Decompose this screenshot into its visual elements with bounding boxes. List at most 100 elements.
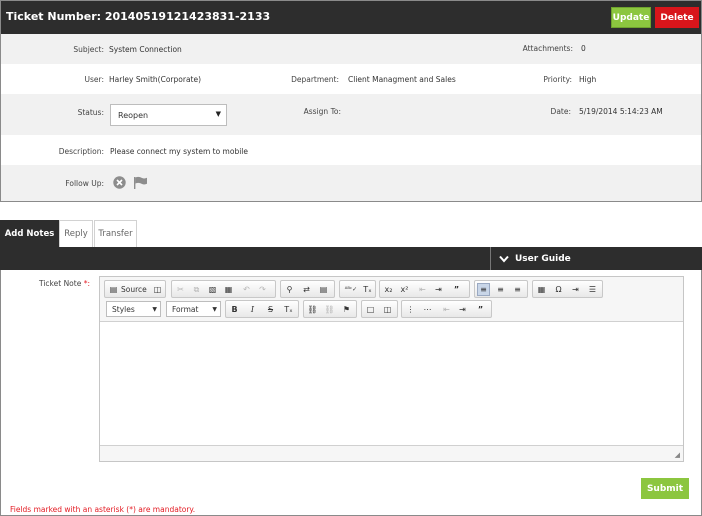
link-icon[interactable]: ⛓: [306, 303, 319, 316]
increase-indent-icon[interactable]: ⇥: [456, 303, 469, 316]
tab-add-notes[interactable]: Add Notes: [0, 220, 59, 247]
attachments-label: Attachments:: [522, 44, 573, 53]
subject-label: Subject:: [73, 45, 104, 54]
new-page-icon[interactable]: □: [364, 303, 377, 316]
align-center-icon[interactable]: ≡: [494, 283, 507, 296]
spellcheck-icon[interactable]: ᴬᴮᶜ✓: [342, 283, 360, 296]
toolbar-group-clipboard: ✂ ⧉ ▧ ▦ ↶ ↷: [171, 280, 276, 298]
user-value: Harley Smith(Corporate): [109, 75, 202, 84]
numbered-list-icon[interactable]: ⋮: [404, 303, 417, 316]
table-icon[interactable]: ▦: [535, 283, 548, 296]
flag-icon[interactable]: [133, 176, 148, 189]
source-icon[interactable]: ▤: [107, 283, 120, 296]
chevron-down-icon: ▼: [215, 110, 221, 118]
decrease-indent-icon[interactable]: ⇤: [440, 303, 453, 316]
department-label: Department:: [291, 75, 339, 84]
special-char-icon[interactable]: Ω: [552, 283, 565, 296]
subject-value: System Connection: [109, 45, 182, 54]
rich-text-editor: ▤ Source ◫ ✂ ⧉ ▧ ▦ ↶ ↷ ⚲ ⇄ ▤ ᴬᴮᶜ✓ Tₓ x₂ …: [99, 276, 684, 462]
submit-button[interactable]: Submit: [641, 478, 689, 499]
preview-page-icon[interactable]: ◫: [381, 303, 394, 316]
resize-handle-icon[interactable]: ◢: [675, 451, 680, 459]
select-all-icon[interactable]: ▤: [317, 283, 330, 296]
preview-icon[interactable]: ◫: [151, 283, 164, 296]
date-label: Date:: [550, 107, 571, 116]
paste-text-icon[interactable]: ▦: [222, 283, 235, 296]
attachments-value[interactable]: 0: [581, 44, 586, 53]
align-right-icon[interactable]: ≡: [511, 283, 524, 296]
toolbar-group-templates: □ ◫: [361, 300, 398, 318]
replace-icon[interactable]: ⇄: [300, 283, 313, 296]
anchor-flag-icon[interactable]: ⚑: [340, 303, 353, 316]
align-left-icon[interactable]: ≡: [477, 283, 490, 296]
priority-label: Priority:: [543, 75, 572, 84]
priority-value: High: [579, 75, 597, 84]
update-button[interactable]: Update: [611, 7, 651, 28]
undo-icon[interactable]: ↶: [240, 283, 253, 296]
ticket-panel: Ticket Number: 20140519121423831-2133 Up…: [0, 0, 702, 202]
styles-dropdown-label: Styles: [112, 304, 135, 314]
indent-icon[interactable]: ⇥: [432, 283, 445, 296]
toolbar-group-spell: ᴬᴮᶜ✓ Tₓ: [339, 280, 376, 298]
toolbar-group-document: ▤ Source ◫: [104, 280, 166, 298]
toolbar-group-script: x₂ x² ⇤ ⇥ ”: [379, 280, 470, 298]
remove-format-icon[interactable]: Tₓ: [361, 283, 374, 296]
tab-transfer[interactable]: Transfer: [94, 220, 137, 247]
outdent-icon[interactable]: ⇤: [416, 283, 429, 296]
row-status: Status: Reopen ▼ Assign To: Date: 5/19/2…: [1, 94, 701, 135]
user-guide-toggle[interactable]: User Guide: [490, 247, 702, 270]
quote-icon[interactable]: ”: [474, 303, 487, 316]
ticket-note-textarea[interactable]: [100, 321, 683, 446]
ticket-title: Ticket Number: 20140519121423831-2133: [6, 10, 271, 23]
row-description: Description: Please connect my system to…: [1, 135, 701, 165]
chevron-down-icon: ▼: [212, 306, 217, 313]
chevron-down-icon: [499, 255, 509, 263]
status-label: Status:: [77, 108, 104, 117]
user-guide-label: User Guide: [515, 253, 571, 264]
row-subject: Subject: System Connection Attachments: …: [1, 34, 701, 64]
redo-icon[interactable]: ↷: [256, 283, 269, 296]
list-indent-icon[interactable]: ⇥: [569, 283, 582, 296]
department-value: Client Managment and Sales: [348, 75, 456, 84]
cut-icon[interactable]: ✂: [174, 283, 187, 296]
format-dropdown[interactable]: Format ▼: [166, 301, 221, 317]
unlink-icon[interactable]: ⛓: [323, 303, 336, 316]
close-circle-icon[interactable]: [113, 176, 126, 189]
italic-icon[interactable]: I: [246, 303, 259, 316]
bulleted-list-icon[interactable]: ⋯: [421, 303, 434, 316]
chevron-down-icon: ▼: [152, 306, 157, 313]
source-button-label[interactable]: Source: [121, 285, 147, 294]
clear-format-icon[interactable]: Tₓ: [282, 303, 295, 316]
format-dropdown-label: Format: [172, 304, 199, 314]
row-follow-up: Follow Up:: [1, 165, 701, 201]
horizontal-rule-icon[interactable]: ☰: [586, 283, 599, 296]
toolbar-group-insert: ▦ Ω ⇥ ☰: [532, 280, 603, 298]
find-icon[interactable]: ⚲: [283, 283, 296, 296]
subscript-icon[interactable]: x₂: [382, 283, 395, 296]
bold-icon[interactable]: B: [228, 303, 241, 316]
row-user: User: Harley Smith(Corporate) Department…: [1, 64, 701, 94]
mandatory-note: Fields marked with an asterisk (*) are m…: [10, 505, 196, 514]
toolbar-group-find: ⚲ ⇄ ▤: [280, 280, 335, 298]
tab-reply[interactable]: Reply: [59, 220, 93, 247]
toolbar-group-lists: ⋮ ⋯ ⇤ ⇥ ”: [401, 300, 492, 318]
copy-icon[interactable]: ⧉: [190, 283, 203, 296]
status-selected-value: Reopen: [118, 111, 149, 120]
description-value: Please connect my system to mobile: [110, 147, 248, 156]
required-marker: *:: [83, 279, 90, 288]
date-value: 5/19/2014 5:14:23 AM: [579, 107, 663, 116]
follow-up-label: Follow Up:: [65, 179, 104, 188]
ticket-note-label: Ticket Note *:: [39, 279, 90, 288]
blockquote-icon[interactable]: ”: [450, 283, 463, 296]
delete-button[interactable]: Delete: [655, 7, 699, 28]
assign-to-label: Assign To:: [303, 107, 341, 116]
superscript-icon[interactable]: x²: [398, 283, 411, 296]
ticket-header: Ticket Number: 20140519121423831-2133 Up…: [1, 1, 701, 34]
toolbar-group-align: ≡ ≡ ≡: [474, 280, 528, 298]
paste-icon[interactable]: ▧: [206, 283, 219, 296]
styles-dropdown[interactable]: Styles ▼: [106, 301, 161, 317]
toolbar-group-basic: B I S Tₓ: [225, 300, 299, 318]
status-select[interactable]: Reopen ▼: [110, 104, 227, 126]
strike-icon[interactable]: S: [264, 303, 277, 316]
description-label: Description:: [58, 147, 104, 156]
